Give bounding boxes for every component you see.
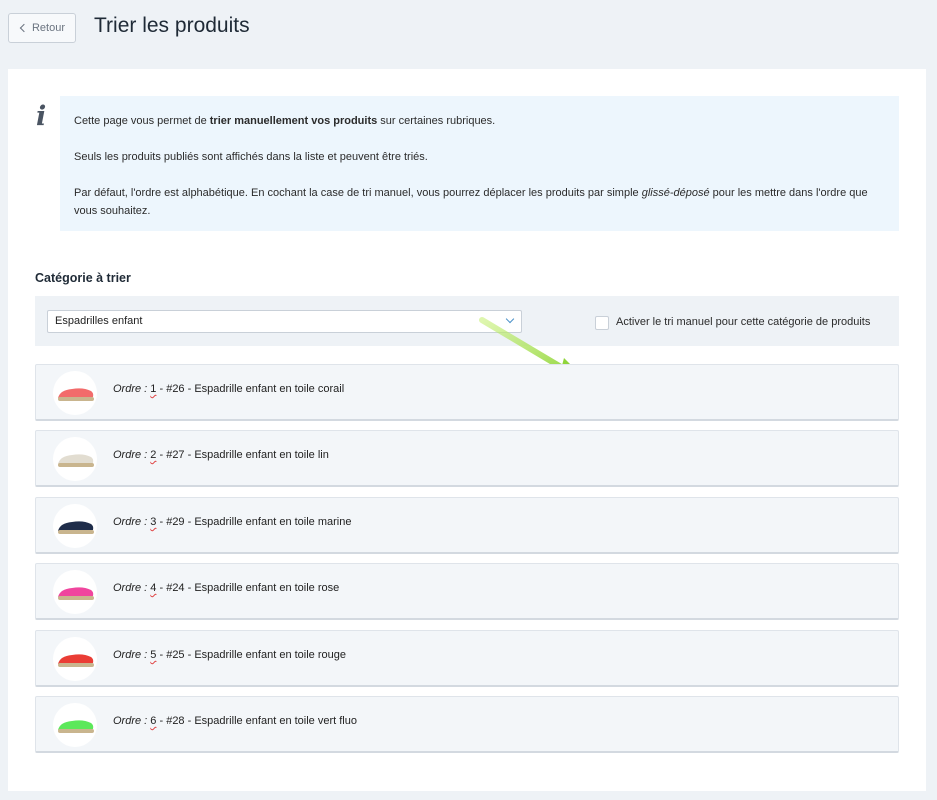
product-label: Ordre : 3 - #29 - Espadrille enfant en t… xyxy=(113,516,351,528)
order-label: Ordre : xyxy=(113,582,148,594)
page-title: Trier les produits xyxy=(94,14,250,37)
order-label: Ordre : xyxy=(113,383,148,395)
product-name: - #28 - Espadrille enfant en toile vert … xyxy=(156,715,357,727)
order-label: Ordre : xyxy=(113,516,148,528)
product-thumbnail xyxy=(53,570,97,614)
back-button-label: Retour xyxy=(31,22,66,34)
product-thumbnail xyxy=(53,504,97,548)
product-row[interactable]: Ordre : 4 - #24 - Espadrille enfant en t… xyxy=(35,563,899,620)
main-panel: i Cette page vous permet de trier manuel… xyxy=(8,69,926,791)
back-button[interactable]: Retour xyxy=(8,13,76,43)
product-label: Ordre : 5 - #25 - Espadrille enfant en t… xyxy=(113,649,346,661)
product-label: Ordre : 1 - #26 - Espadrille enfant en t… xyxy=(113,383,344,395)
order-label: Ordre : xyxy=(113,449,148,461)
manual-sort-label[interactable]: Activer le tri manuel pour cette catégor… xyxy=(616,316,870,328)
category-select-value: Espadrilles enfant xyxy=(55,315,143,327)
product-row[interactable]: Ordre : 2 - #27 - Espadrille enfant en t… xyxy=(35,430,899,487)
product-row[interactable]: Ordre : 5 - #25 - Espadrille enfant en t… xyxy=(35,630,899,687)
info-box: Cette page vous permet de trier manuelle… xyxy=(60,96,899,231)
product-row[interactable]: Ordre : 6 - #28 - Espadrille enfant en t… xyxy=(35,696,899,753)
info-text: sur certaines rubriques. xyxy=(377,115,496,127)
filter-bar: Espadrilles enfant Activer le tri manuel… xyxy=(35,296,899,346)
product-label: Ordre : 2 - #27 - Espadrille enfant en t… xyxy=(113,449,329,461)
product-name: - #27 - Espadrille enfant en toile lin xyxy=(156,449,329,461)
info-text: Par défaut, l'ordre est alphabétique. En… xyxy=(74,187,642,199)
product-thumbnail xyxy=(53,637,97,681)
product-thumbnail xyxy=(53,703,97,747)
product-name: - #29 - Espadrille enfant en toile marin… xyxy=(156,516,352,528)
order-label: Ordre : xyxy=(113,715,148,727)
info-text: Cette page vous permet de xyxy=(74,115,210,127)
product-name: - #25 - Espadrille enfant en toile rouge xyxy=(156,649,346,661)
info-text-bold: trier manuellement vos produits xyxy=(209,115,378,127)
info-paragraph-1: Cette page vous permet de trier manuelle… xyxy=(74,112,885,130)
order-label: Ordre : xyxy=(113,649,148,661)
product-row[interactable]: Ordre : 3 - #29 - Espadrille enfant en t… xyxy=(35,497,899,554)
product-row[interactable]: Ordre : 1 - #26 - Espadrille enfant en t… xyxy=(35,364,899,421)
info-paragraph-3: Par défaut, l'ordre est alphabétique. En… xyxy=(74,184,885,220)
section-title: Catégorie à trier xyxy=(35,271,131,285)
product-label: Ordre : 4 - #24 - Espadrille enfant en t… xyxy=(113,582,339,594)
product-label: Ordre : 6 - #28 - Espadrille enfant en t… xyxy=(113,715,357,727)
product-thumbnail xyxy=(53,371,97,415)
chevron-left-icon xyxy=(19,23,29,33)
top-bar: Retour Trier les produits xyxy=(0,0,937,69)
info-paragraph-2: Seuls les produits publiés sont affichés… xyxy=(74,151,428,163)
product-name: - #26 - Espadrille enfant en toile corai… xyxy=(156,383,345,395)
info-text-italic: glissé-déposé xyxy=(641,187,710,199)
category-select[interactable]: Espadrilles enfant xyxy=(47,310,522,333)
info-icon: i xyxy=(36,101,47,132)
product-thumbnail xyxy=(53,437,97,481)
product-name: - #24 - Espadrille enfant en toile rose xyxy=(156,582,340,594)
